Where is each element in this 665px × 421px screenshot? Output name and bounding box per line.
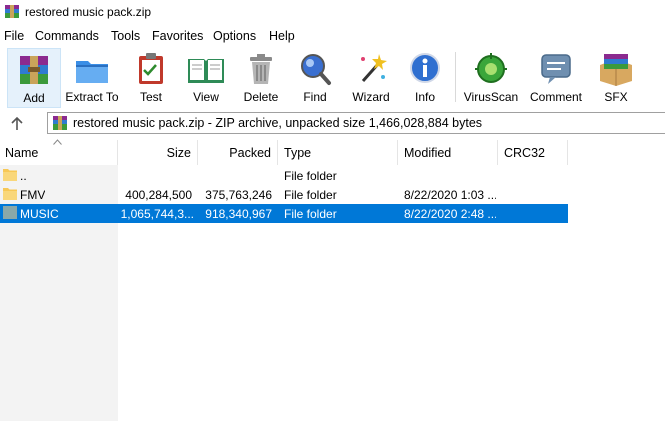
wizard-label: Wizard — [352, 90, 390, 104]
menu-help[interactable]: Help — [268, 29, 296, 43]
comment-button[interactable]: Comment — [526, 48, 586, 108]
extract-to-label: Extract To — [65, 90, 119, 104]
virusscan-label: VirusScan — [463, 90, 519, 104]
file-list[interactable]: Name Size Packed Type Modified CRC32 .. … — [0, 139, 665, 421]
view-label: View — [193, 90, 219, 104]
info-label: Info — [414, 90, 435, 104]
magnifier-icon — [301, 54, 331, 85]
col-crc32[interactable]: CRC32 — [498, 140, 568, 165]
menu-options[interactable]: Options — [212, 29, 257, 43]
col-name-label: Name — [5, 146, 39, 160]
col-packed[interactable]: Packed — [198, 140, 278, 165]
extract-folder-icon — [76, 61, 108, 83]
folder-icon — [3, 206, 17, 219]
info-button[interactable]: Info — [403, 48, 447, 108]
sfx-button[interactable]: SFX — [594, 48, 638, 108]
row-modified: 8/22/2020 2:48 ... — [404, 207, 496, 221]
add-label: Add — [23, 91, 45, 105]
menu-commands[interactable]: Commands — [34, 29, 100, 43]
col-size[interactable]: Size — [118, 140, 198, 165]
row-modified: 8/22/2020 1:03 ... — [404, 188, 496, 202]
magic-wand-icon — [361, 54, 387, 82]
menu-bar: File Commands Tools Favorites Options He… — [0, 26, 665, 46]
row-name: FMV — [20, 188, 46, 202]
winrar-app-icon — [5, 5, 19, 18]
archive-icon — [53, 116, 67, 130]
folder-icon — [3, 169, 17, 181]
list-header: Name Size Packed Type Modified CRC32 — [0, 139, 665, 165]
test-label: Test — [139, 90, 162, 104]
menu-tools[interactable]: Tools — [110, 29, 141, 43]
col-type[interactable]: Type — [278, 140, 398, 165]
row-size: 1,065,744,3... — [120, 207, 194, 221]
row-type: File folder — [284, 169, 337, 183]
col-type-label: Type — [284, 146, 312, 160]
table-row[interactable]: MUSIC 1,065,744,3... 918,340,967 File fo… — [0, 204, 568, 223]
menu-file[interactable]: File — [3, 29, 25, 43]
row-size: 400,284,500 — [125, 188, 192, 202]
col-name[interactable]: Name — [0, 139, 118, 165]
title-bar: restored music pack.zip — [0, 0, 665, 26]
virus-scan-icon — [475, 53, 507, 83]
delete-button[interactable]: Delete — [237, 48, 285, 108]
info-icon — [410, 53, 440, 83]
window-title: restored music pack.zip — [25, 5, 152, 19]
find-button[interactable]: Find — [292, 48, 338, 108]
toolbar: Add Extract To Test View Delete Find Wiz… — [0, 46, 665, 110]
col-modified[interactable]: Modified — [398, 140, 498, 165]
col-packed-label: Packed — [229, 146, 271, 160]
menu-favorites[interactable]: Favorites — [151, 29, 204, 43]
comment-label: Comment — [529, 90, 582, 104]
sfx-box-icon — [600, 54, 632, 86]
col-size-label: Size — [166, 146, 191, 160]
test-clipboard-icon — [139, 53, 163, 84]
sort-up-icon — [53, 139, 62, 145]
path-text: restored music pack.zip - ZIP archive, u… — [73, 116, 483, 130]
virusscan-button[interactable]: VirusScan — [462, 48, 520, 108]
row-name: MUSIC — [20, 207, 59, 221]
sfx-label: SFX — [604, 90, 628, 104]
add-archive-icon — [20, 56, 48, 84]
find-label: Find — [303, 90, 327, 104]
path-field[interactable]: restored music pack.zip - ZIP archive, u… — [47, 112, 665, 134]
view-button[interactable]: View — [182, 48, 230, 108]
col-crc32-label: CRC32 — [504, 146, 545, 160]
address-bar: restored music pack.zip - ZIP archive, u… — [0, 110, 665, 138]
up-arrow-icon[interactable] — [6, 115, 28, 133]
wizard-button[interactable]: Wizard — [346, 48, 396, 108]
extract-to-button[interactable]: Extract To — [64, 48, 120, 108]
view-book-icon — [188, 59, 224, 83]
table-row[interactable]: FMV 400,284,500 375,763,246 File folder … — [0, 185, 568, 204]
row-packed: 918,340,967 — [205, 207, 272, 221]
col-modified-label: Modified — [404, 146, 452, 160]
folder-icon — [3, 188, 17, 200]
trash-can-icon — [250, 54, 272, 84]
test-button[interactable]: Test — [126, 48, 176, 108]
toolbar-separator — [455, 52, 456, 102]
delete-label: Delete — [243, 90, 279, 104]
row-type: File folder — [284, 207, 337, 221]
row-type: File folder — [284, 188, 337, 202]
row-name: .. — [20, 169, 27, 183]
row-packed: 375,763,246 — [205, 188, 272, 202]
add-button[interactable]: Add — [7, 48, 61, 108]
comment-icon — [541, 54, 571, 84]
table-row[interactable]: .. File folder — [0, 166, 568, 185]
